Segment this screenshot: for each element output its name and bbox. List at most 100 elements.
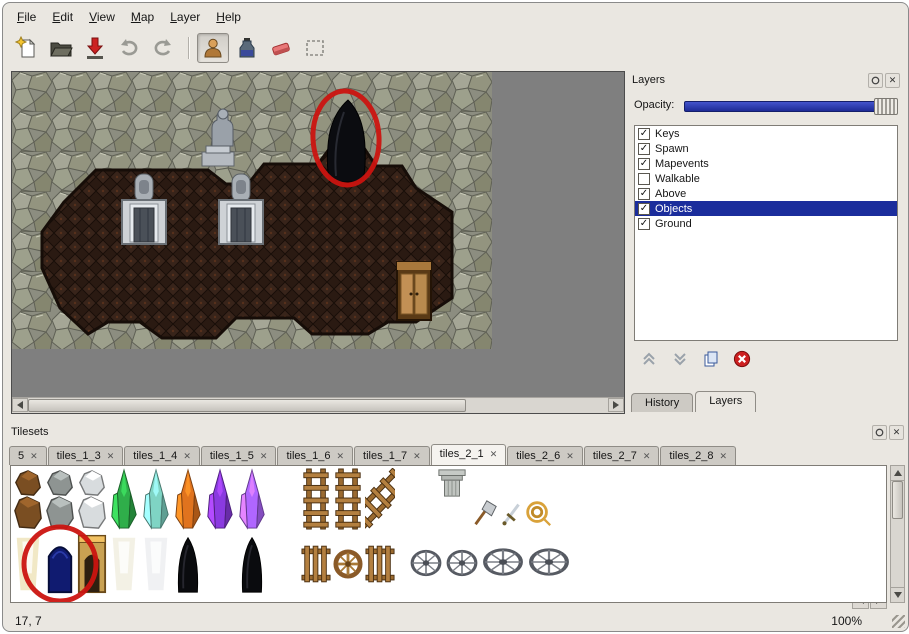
tileset-tile-track-h[interactable]	[365, 534, 395, 594]
menu-file[interactable]: File	[9, 6, 44, 28]
tab-close-icon[interactable]: ✕	[107, 451, 115, 462]
scroll-down-button[interactable]	[891, 587, 904, 602]
tileset-tile-wheel-metal[interactable]	[445, 534, 479, 592]
tileset-tile-fade[interactable]	[141, 534, 171, 594]
float-panel-button[interactable]	[868, 73, 883, 88]
move-layer-down-button[interactable]	[671, 350, 689, 368]
undo-button[interactable]	[113, 33, 145, 63]
tileset-tile-whip[interactable]	[523, 498, 553, 528]
tab-close-icon[interactable]: ✕	[490, 449, 498, 460]
map-horizontal-scrollbar[interactable]	[12, 397, 624, 413]
tileset-tile-crystal[interactable]	[237, 468, 267, 530]
eraser-tool-button[interactable]	[265, 33, 297, 63]
selection-tool-button[interactable]	[299, 33, 331, 63]
tab-close-icon[interactable]: ✕	[413, 451, 421, 462]
tileset-tab-tiles_1_6[interactable]: tiles_1_6✕	[277, 446, 353, 465]
tileset-tab-5[interactable]: 5✕	[9, 446, 47, 465]
tileset-tile-fade[interactable]	[109, 534, 139, 594]
tileset-tile-door-blue[interactable]	[45, 534, 75, 594]
tileset-tile-wheel-metal[interactable]	[527, 532, 571, 592]
redo-button[interactable]	[147, 33, 179, 63]
vertical-scroll-thumb[interactable]	[892, 481, 903, 519]
move-layer-up-button[interactable]	[640, 350, 658, 368]
tab-close-icon[interactable]: ✕	[183, 451, 191, 462]
layer-visibility-checkbox[interactable]: ✓	[638, 188, 650, 200]
tileset-content[interactable]	[10, 465, 887, 603]
tileset-tile-track-v[interactable]	[301, 468, 331, 530]
fill-tool-button[interactable]	[231, 33, 263, 63]
tileset-tab-tiles_1_7[interactable]: tiles_1_7✕	[354, 446, 430, 465]
tileset-tile-wheel-metal[interactable]	[481, 532, 525, 592]
tileset-tile-sword[interactable]	[497, 498, 527, 528]
open-file-button[interactable]	[45, 33, 77, 63]
tab-close-icon[interactable]: ✕	[719, 451, 727, 462]
tileset-tile-fade[interactable]	[13, 534, 43, 594]
tileset-tab-tiles_2_6[interactable]: tiles_2_6✕	[507, 446, 583, 465]
tileset-tile-track-diag[interactable]	[365, 468, 395, 530]
layer-row-spawn[interactable]: ✓Spawn	[635, 141, 897, 156]
layer-visibility-checkbox[interactable]: ✓	[638, 158, 650, 170]
tileset-tile-door-wood[interactable]	[77, 534, 107, 594]
tab-history[interactable]: History	[631, 393, 693, 412]
tileset-tab-tiles_1_5[interactable]: tiles_1_5✕	[201, 446, 277, 465]
tab-close-icon[interactable]: ✕	[337, 451, 345, 462]
tileset-tile-shovel[interactable]	[469, 498, 499, 528]
tileset-vertical-scrollbar[interactable]	[890, 465, 905, 603]
tileset-tab-tiles_1_4[interactable]: tiles_1_4✕	[124, 446, 200, 465]
tab-close-icon[interactable]: ✕	[30, 451, 38, 462]
tileset-tab-tiles_2_1[interactable]: tiles_2_1✕	[431, 444, 507, 465]
scroll-up-button[interactable]	[891, 466, 904, 481]
layer-row-ground[interactable]: ✓Ground	[635, 216, 897, 231]
tileset-tile-rock[interactable]	[77, 468, 107, 530]
tileset-tile-pillar[interactable]	[437, 468, 467, 498]
resize-grip-icon[interactable]	[892, 615, 905, 628]
tileset-tile-crystal[interactable]	[205, 468, 235, 530]
tileset-tile-wheel-metal[interactable]	[409, 534, 443, 592]
tileset-tile-rock[interactable]	[13, 468, 43, 530]
float-tilesets-button[interactable]	[872, 425, 887, 440]
tileset-tab-tiles_2_8[interactable]: tiles_2_8✕	[660, 446, 736, 465]
layer-visibility-checkbox[interactable]: ✓	[638, 128, 650, 140]
tab-close-icon[interactable]: ✕	[566, 451, 574, 462]
layer-visibility-checkbox[interactable]	[638, 173, 650, 185]
tileset-tile-wheel-wood[interactable]	[333, 534, 363, 594]
menu-help[interactable]: Help	[208, 6, 249, 28]
layer-row-objects[interactable]: ✓Objects	[635, 201, 897, 216]
layer-row-walkable[interactable]: Walkable	[635, 171, 897, 186]
tileset-tile-rock[interactable]	[45, 468, 75, 530]
character-tool-button[interactable]	[197, 33, 229, 63]
layer-row-keys[interactable]: ✓Keys	[635, 126, 897, 141]
map-canvas[interactable]	[11, 71, 625, 414]
tileset-tile-hood[interactable]	[173, 534, 203, 594]
tileset-tab-tiles_2_7[interactable]: tiles_2_7✕	[584, 446, 660, 465]
layer-row-mapevents[interactable]: ✓Mapevents	[635, 156, 897, 171]
menu-map[interactable]: Map	[123, 6, 162, 28]
tileset-tile-hood[interactable]	[237, 534, 267, 594]
tileset-tile-track-h[interactable]	[301, 534, 331, 594]
tileset-tile-track-v[interactable]	[333, 468, 363, 530]
menu-layer[interactable]: Layer	[162, 6, 208, 28]
horizontal-scroll-thumb[interactable]	[28, 399, 466, 412]
layer-visibility-checkbox[interactable]: ✓	[638, 143, 650, 155]
close-tilesets-button[interactable]: ✕	[889, 425, 904, 440]
new-file-button[interactable]	[11, 33, 43, 63]
delete-layer-button[interactable]	[733, 350, 751, 368]
scroll-right-button[interactable]	[608, 398, 624, 412]
tab-close-icon[interactable]: ✕	[260, 451, 268, 462]
tileset-tile-crystal[interactable]	[173, 468, 203, 530]
tileset-tile-crystal[interactable]	[109, 468, 139, 530]
layer-visibility-checkbox[interactable]: ✓	[638, 203, 650, 215]
tileset-tile-crystal[interactable]	[141, 468, 171, 530]
save-button[interactable]	[79, 33, 111, 63]
tab-layers[interactable]: Layers	[695, 391, 756, 412]
tileset-tab-tiles_1_3[interactable]: tiles_1_3✕	[48, 446, 124, 465]
layer-visibility-checkbox[interactable]: ✓	[638, 218, 650, 230]
duplicate-layer-button[interactable]	[702, 350, 720, 368]
layer-row-above[interactable]: ✓Above	[635, 186, 897, 201]
opacity-slider-handle[interactable]	[874, 98, 898, 115]
close-panel-button[interactable]: ✕	[885, 73, 900, 88]
menu-view[interactable]: View	[81, 6, 123, 28]
opacity-slider[interactable]	[684, 101, 898, 112]
menu-edit[interactable]: Edit	[44, 6, 81, 28]
tab-close-icon[interactable]: ✕	[643, 451, 651, 462]
